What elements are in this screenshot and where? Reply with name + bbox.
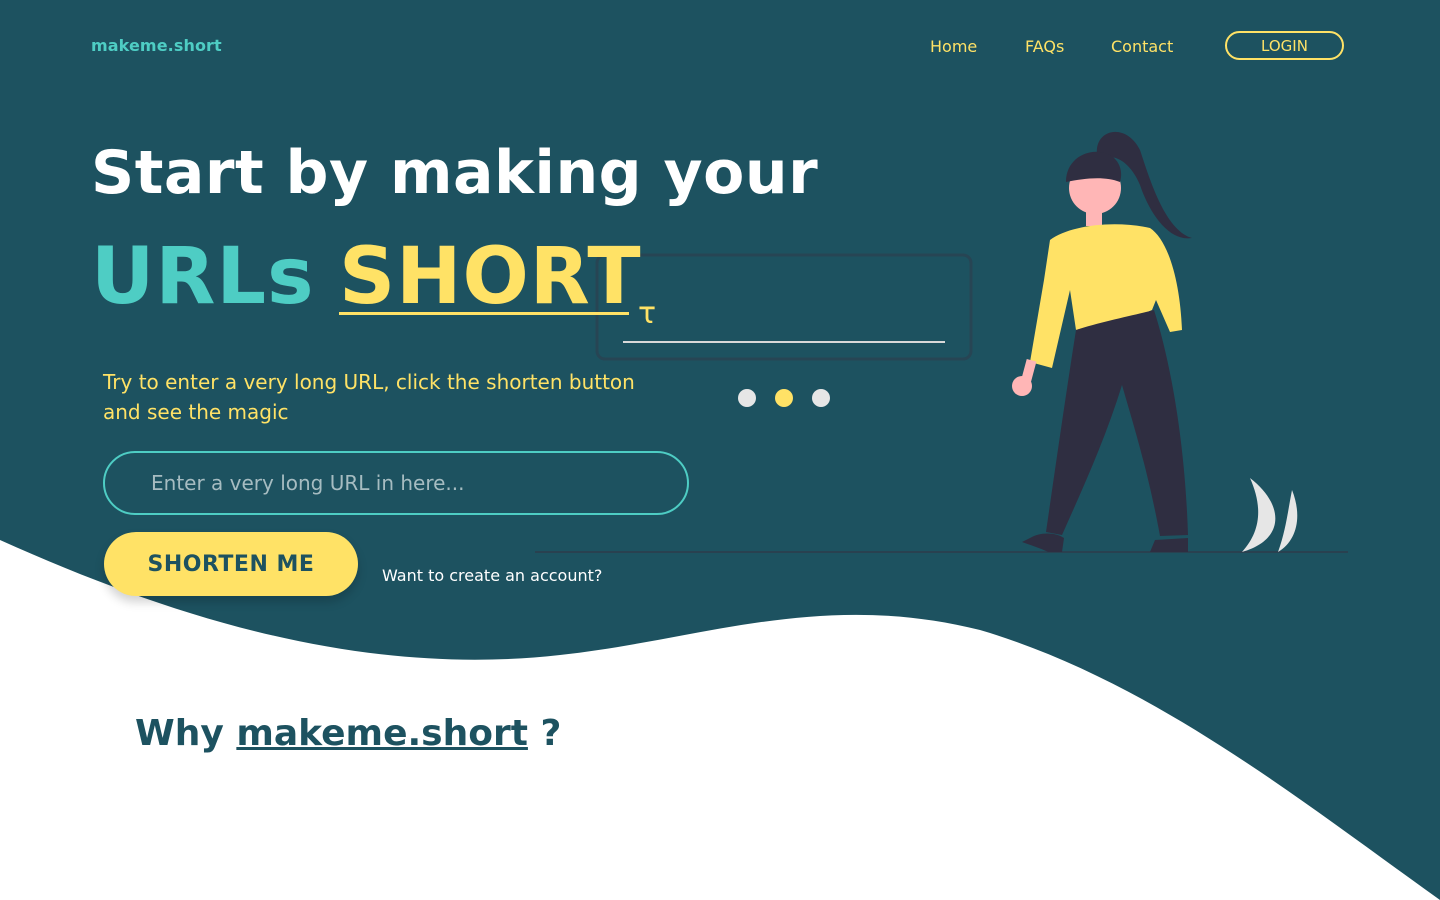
url-input[interactable] [103,451,689,515]
why-heading: Why makeme.short ? [135,713,561,754]
short-underline [339,312,629,315]
shorten-button[interactable]: SHORTEN ME [104,532,358,596]
nav-link-faqs[interactable]: FAQs [1025,37,1064,56]
create-account-link[interactable]: Want to create an account? [382,566,602,585]
nav-link-home[interactable]: Home [930,37,977,56]
why-suffix: ? [540,713,562,754]
hero-highlight-short: SHORT [339,232,642,322]
why-brand-link[interactable]: makeme.short [236,713,528,754]
hero-subtitle: Try to enter a very long URL, click the … [103,370,635,424]
nav-link-contact[interactable]: Contact [1111,37,1173,56]
login-button[interactable]: LOGIN [1225,31,1344,60]
why-prefix: Why [135,713,224,754]
hero-highlight-urls: URLs [91,232,315,322]
logo-link[interactable]: makeme.short [91,36,222,55]
hero-headline: Start by making your [91,138,819,208]
text-cursor-icon: τ [638,296,657,331]
